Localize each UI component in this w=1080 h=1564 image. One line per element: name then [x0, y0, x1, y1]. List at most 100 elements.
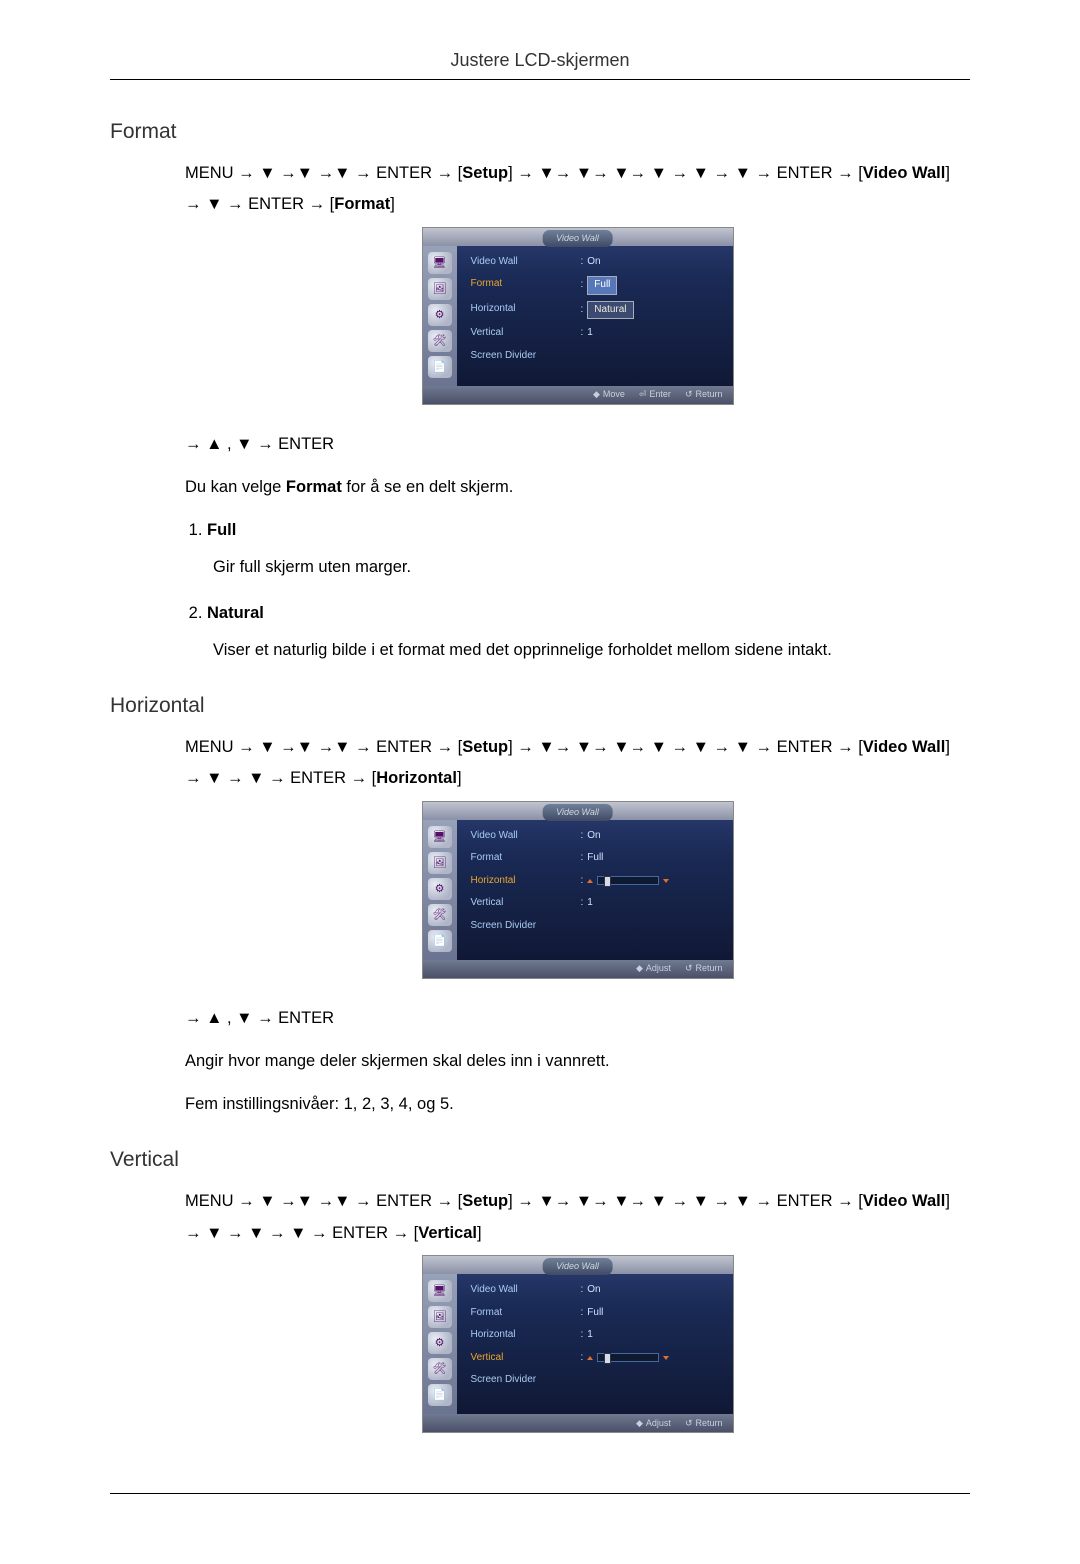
updown-icon: ◆ — [636, 961, 643, 976]
list-item-title: Natural — [207, 600, 970, 627]
menu-path-format: MENU → ▼ →▼ →▼ → ENTER → [Setup] → ▼→ ▼→… — [185, 158, 970, 221]
osd-label: Screen Divider — [471, 918, 581, 935]
post-nav-line: → ▲ , ▼ → ENTER — [185, 431, 970, 458]
osd-label: Vertical — [471, 895, 581, 912]
osd-icon: 🖥 — [428, 1280, 452, 1302]
osd-label: Video Wall — [471, 1282, 581, 1299]
path-bracket-videowall: Video Wall — [863, 738, 946, 756]
section-heading-vertical: Vertical — [110, 1148, 970, 1172]
triangle-up-icon — [587, 873, 593, 890]
path-bracket-setup: Setup — [462, 738, 508, 756]
footer-divider — [110, 1493, 970, 1494]
osd-label: Screen Divider — [471, 1372, 581, 1389]
osd-value-slider: : — [581, 873, 670, 890]
osd-option: Natural — [587, 301, 633, 320]
menu-path-horizontal: MENU → ▼ →▼ →▼ → ENTER → [Setup] → ▼→ ▼→… — [185, 732, 970, 795]
osd-slider — [597, 876, 659, 885]
path-bracket-setup: Setup — [462, 1192, 508, 1210]
osd-icon: 🖼 — [428, 1306, 452, 1328]
osd-label: Horizontal — [471, 1327, 581, 1344]
path-text: → ▼ → ▼ → ▼ → ENTER → [ — [185, 1224, 418, 1242]
path-text: ] → ▼→ ▼→ ▼→ ▼ → ▼ → ▼ → ENTER → [ — [508, 1192, 863, 1210]
osd-value: : On — [581, 1282, 601, 1299]
osd-value: : On — [581, 828, 601, 845]
path-bracket-vertical: Vertical — [418, 1224, 477, 1242]
updown-icon: ◆ — [636, 1416, 643, 1431]
format-intro: Du kan velge Format for å se en delt skj… — [185, 474, 970, 501]
osd-label-selected: Format — [471, 276, 581, 295]
osd-icon: ⚙ — [428, 878, 452, 900]
updown-icon: ◆ — [593, 387, 600, 402]
osd-label-selected: Horizontal — [471, 873, 581, 890]
path-bracket-horizontal: Horizontal — [376, 769, 457, 787]
osd-value: : Full — [581, 276, 618, 295]
osd-icon: 📄 — [428, 1384, 452, 1406]
path-text: ] — [945, 738, 950, 756]
path-text: MENU → ▼ →▼ →▼ → ENTER → [ — [185, 164, 462, 182]
osd-icon: 🛠 — [428, 904, 452, 926]
osd-screenshot-vertical: Video Wall 🖥 🖼 ⚙ 🛠 📄 Video Wall: On Form… — [185, 1255, 970, 1433]
page-header: Justere LCD-skjermen — [110, 50, 970, 79]
path-text: → ▼ → ▼ → ENTER → [ — [185, 769, 376, 787]
path-text: MENU → ▼ →▼ →▼ → ENTER → [ — [185, 738, 462, 756]
osd-slider — [597, 1353, 659, 1362]
osd-icon: ⚙ — [428, 1332, 452, 1354]
osd-value: : Full — [581, 850, 604, 867]
osd-value: : Full — [581, 1305, 604, 1322]
path-text: ] → ▼→ ▼→ ▼→ ▼ → ▼ → ▼ → ENTER → [ — [508, 738, 863, 756]
osd-nav-hints: ◆Move ⏎Enter ↺Return — [423, 386, 733, 404]
post-nav-line: → ▲ , ▼ → ENTER — [185, 1005, 970, 1032]
osd-icon: 📄 — [428, 356, 452, 378]
section-heading-horizontal: Horizontal — [110, 694, 970, 718]
path-bracket-setup: Setup — [462, 164, 508, 182]
osd-screenshot-format: Video Wall 🖥 🖼 ⚙ 🛠 📄 Video Wall: On Form… — [185, 227, 970, 405]
osd-icon: 🖥 — [428, 826, 452, 848]
osd-title: Video Wall — [542, 230, 613, 247]
osd-nav-hints: ◆Adjust ↺Return — [423, 1414, 733, 1432]
section-heading-format: Format — [110, 120, 970, 144]
triangle-down-icon — [663, 1350, 669, 1367]
osd-value: : Natural — [581, 301, 634, 320]
format-option-list: Full Gir full skjerm uten marger. Natura… — [185, 517, 970, 664]
osd-side-icons: 🖥 🖼 ⚙ 🛠 📄 — [423, 1274, 457, 1414]
triangle-up-icon — [587, 1350, 593, 1367]
horizontal-para2: Fem instillingsnivåer: 1, 2, 3, 4, og 5. — [185, 1091, 970, 1118]
return-icon: ↺ — [685, 1416, 693, 1431]
osd-label: Horizontal — [471, 301, 581, 320]
osd-value: : 1 — [581, 1327, 593, 1344]
list-item-title: Full — [207, 517, 970, 544]
osd-label: Format — [471, 850, 581, 867]
header-divider — [110, 79, 970, 80]
osd-icon: 🛠 — [428, 1358, 452, 1380]
osd-value: : On — [581, 254, 601, 271]
osd-icon: 📄 — [428, 930, 452, 952]
path-text: ] — [457, 769, 462, 787]
list-item-desc: Viser et naturlig bilde i et format med … — [213, 637, 970, 664]
horizontal-para1: Angir hvor mange deler skjermen skal del… — [185, 1048, 970, 1075]
osd-label-selected: Vertical — [471, 1350, 581, 1367]
osd-icon: 🛠 — [428, 330, 452, 352]
osd-value-slider: : — [581, 1350, 670, 1367]
osd-title: Video Wall — [542, 1258, 613, 1275]
osd-side-icons: 🖥 🖼 ⚙ 🛠 📄 — [423, 820, 457, 960]
return-icon: ↺ — [685, 387, 693, 402]
path-text: ] → ▼→ ▼→ ▼→ ▼ → ▼ → ▼ → ENTER → [ — [508, 164, 863, 182]
osd-screenshot-horizontal: Video Wall 🖥 🖼 ⚙ 🛠 📄 Video Wall: On Form… — [185, 801, 970, 979]
osd-nav-hints: ◆Adjust ↺Return — [423, 960, 733, 978]
osd-value: : 1 — [581, 325, 593, 342]
osd-icon: 🖥 — [428, 252, 452, 274]
triangle-down-icon — [663, 873, 669, 890]
menu-path-vertical: MENU → ▼ →▼ →▼ → ENTER → [Setup] → ▼→ ▼→… — [185, 1186, 970, 1249]
osd-option-selected: Full — [587, 276, 617, 295]
path-text: MENU → ▼ →▼ →▼ → ENTER → [ — [185, 1192, 462, 1210]
osd-title: Video Wall — [542, 804, 613, 821]
osd-label: Video Wall — [471, 828, 581, 845]
osd-label: Format — [471, 1305, 581, 1322]
path-text: → ▼ → ENTER → [ — [185, 195, 334, 213]
path-bracket-videowall: Video Wall — [863, 164, 946, 182]
list-item-desc: Gir full skjerm uten marger. — [213, 554, 970, 581]
path-text: ] — [477, 1224, 482, 1242]
osd-side-icons: 🖥 🖼 ⚙ 🛠 📄 — [423, 246, 457, 386]
osd-label: Video Wall — [471, 254, 581, 271]
path-text: ] — [945, 1192, 950, 1210]
